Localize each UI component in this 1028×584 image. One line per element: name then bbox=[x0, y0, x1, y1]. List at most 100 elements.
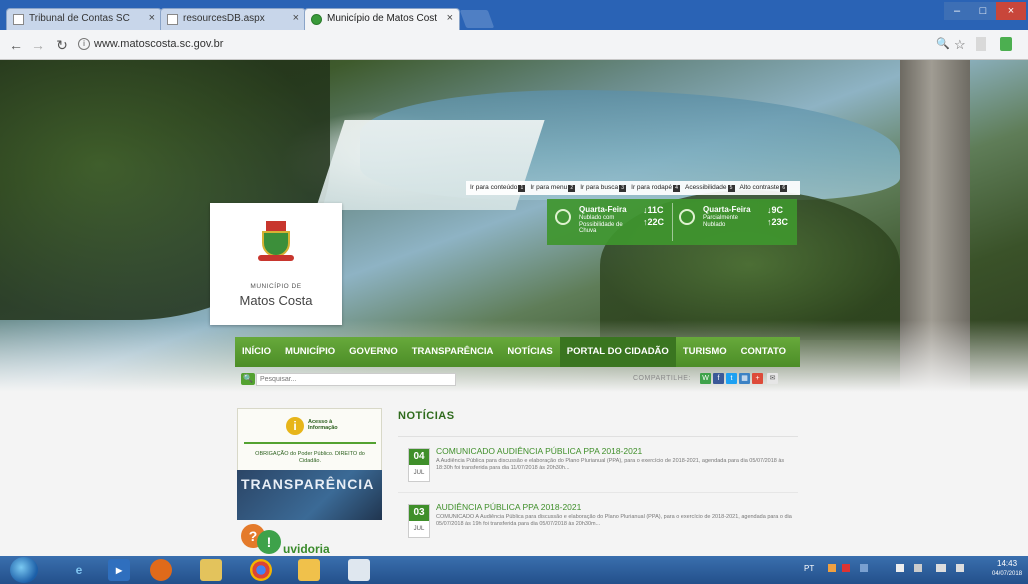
tab-close-icon[interactable]: × bbox=[293, 12, 299, 24]
document-icon[interactable] bbox=[348, 559, 370, 581]
skip-to-content-link[interactable]: Ir para conteúdo 1 bbox=[470, 184, 526, 192]
browser-tab[interactable]: Tribunal de Contas SC × bbox=[6, 8, 162, 30]
skip-to-footer-link[interactable]: Ir para rodapé 4 bbox=[631, 184, 680, 192]
flag-icon[interactable] bbox=[896, 564, 904, 572]
info-icon: i bbox=[286, 417, 304, 435]
internet-explorer-icon[interactable]: e bbox=[68, 559, 90, 581]
nav-item-portal-do-cidadao[interactable]: PORTAL DO CIDADÃO bbox=[559, 337, 676, 367]
news-headline[interactable]: AUDIÊNCIA PÚBLICA PPA 2018-2021 bbox=[436, 502, 581, 512]
site-logo[interactable]: MUNICÍPIO DE Matos Costa bbox=[210, 203, 342, 325]
file-explorer-icon[interactable] bbox=[200, 559, 222, 581]
linkedin-share-icon[interactable]: ▦ bbox=[739, 373, 750, 384]
browser-tab[interactable]: resourcesDB.aspx × bbox=[160, 8, 306, 30]
firefox-icon[interactable] bbox=[150, 559, 172, 581]
bookmark-star-icon[interactable]: ☆ bbox=[954, 37, 966, 53]
weather-max-temp: ↑22C bbox=[643, 217, 665, 227]
banner-title: Acesso à Informação bbox=[308, 419, 338, 431]
site-info-icon[interactable]: i bbox=[78, 38, 90, 50]
banner-title: uvidoria bbox=[283, 542, 330, 556]
ombudsman-banner[interactable]: ? ! uvidoria bbox=[237, 524, 382, 556]
media-player-icon[interactable]: ▸ bbox=[108, 559, 130, 581]
banner-title: TRANSPARÊNCIA bbox=[241, 476, 375, 492]
site-favicon-icon bbox=[311, 14, 322, 25]
news-date-badge: 03 JUL bbox=[408, 504, 430, 538]
tray-app-icon[interactable] bbox=[842, 564, 850, 572]
accessibility-bar: Ir para conteúdo 1 Ir para menu 2 Ir para … bbox=[466, 181, 800, 195]
nav-item-municipio[interactable]: MUNICÍPIO bbox=[278, 337, 342, 367]
weather-condition: Parcialmente Nublado bbox=[703, 215, 739, 228]
accessibility-link[interactable]: Acessibilidade 5 bbox=[685, 184, 735, 192]
news-headline[interactable]: COMUNICADO AUDIÊNCIA PÚBLICA PPA 2018-20… bbox=[436, 446, 642, 456]
twitter-share-icon[interactable]: t bbox=[726, 373, 737, 384]
tab-close-icon[interactable]: × bbox=[447, 12, 453, 24]
weather-widget: Quarta-Feira Nublado com Possibilidade d… bbox=[547, 199, 797, 245]
tab-close-icon[interactable]: × bbox=[149, 12, 155, 24]
address-bar: ← → ↻ i www.matoscosta.sc.gov.br 🔍 ☆ bbox=[0, 30, 1028, 60]
nav-item-inicio[interactable]: INÍCIO bbox=[235, 337, 278, 367]
browser-tab-active[interactable]: Município de Matos Cost × bbox=[304, 8, 460, 30]
weather-day: Quarta-Feira Parcialmente Nublado ↓9C ↑2… bbox=[675, 205, 799, 241]
search-share-row: 🔍 COMPARTILHE: W f t ▦ + ✉ bbox=[238, 372, 798, 388]
weather-min-temp: ↓11C bbox=[643, 205, 664, 215]
back-icon[interactable]: ← bbox=[8, 37, 24, 53]
news-section-title: NOTÍCIAS bbox=[398, 410, 455, 422]
nav-item-contato[interactable]: CONTATO bbox=[734, 337, 793, 367]
weather-day-name: Quarta-Feira bbox=[703, 205, 751, 214]
folder-icon[interactable] bbox=[298, 559, 320, 581]
access-information-banner[interactable]: i Acesso à Informação OBRIGAÇÃO do Poder… bbox=[237, 408, 382, 476]
page-viewport: Ir para conteúdo 1 Ir para menu 2 Ir para … bbox=[0, 60, 1028, 556]
page-favicon-icon bbox=[13, 14, 24, 25]
url-field[interactable]: i www.matoscosta.sc.gov.br bbox=[76, 35, 976, 55]
nav-item-transparencia[interactable]: TRANSPARÊNCIA bbox=[405, 337, 501, 367]
system-clock[interactable]: 14:43 04/07/2018 bbox=[992, 559, 1022, 579]
search-icon[interactable]: 🔍 bbox=[241, 373, 255, 385]
close-window-button[interactable]: × bbox=[996, 2, 1026, 20]
windows-taskbar: e ▸ PT 14:43 04/07/2018 bbox=[0, 556, 1028, 584]
coat-of-arms-icon bbox=[258, 221, 294, 263]
partly-cloudy-icon bbox=[679, 209, 695, 225]
google-plus-share-icon[interactable]: + bbox=[752, 373, 763, 384]
exclamation-icon: ! bbox=[257, 530, 281, 554]
minimize-button[interactable]: – bbox=[944, 2, 970, 20]
news-item[interactable]: 03 JUL AUDIÊNCIA PÚBLICA PPA 2018-2021 C… bbox=[408, 498, 798, 556]
news-summary: A Audiência Pública para discussão e ela… bbox=[436, 458, 785, 471]
tray-app-icon[interactable] bbox=[860, 564, 868, 572]
cloud-rain-icon bbox=[555, 209, 571, 225]
start-button[interactable] bbox=[10, 557, 38, 583]
email-share-icon[interactable]: ✉ bbox=[767, 373, 778, 384]
new-tab-button[interactable] bbox=[459, 10, 495, 28]
tab-title: Tribunal de Contas SC bbox=[29, 13, 130, 24]
volume-icon[interactable] bbox=[956, 564, 964, 572]
chrome-icon[interactable] bbox=[250, 559, 272, 581]
search-input[interactable] bbox=[256, 373, 456, 386]
nav-item-noticias[interactable]: NOTÍCIAS bbox=[500, 337, 559, 367]
reload-icon[interactable]: ↻ bbox=[54, 37, 70, 54]
whatsapp-share-icon[interactable]: W bbox=[700, 373, 711, 384]
language-indicator[interactable]: PT bbox=[804, 564, 814, 573]
news-summary: COMUNICADO A Audiência Pública para disc… bbox=[436, 514, 792, 527]
nav-item-governo[interactable]: GOVERNO bbox=[342, 337, 405, 367]
extension-badge-icon[interactable] bbox=[1000, 37, 1012, 51]
network-icon[interactable] bbox=[936, 564, 946, 572]
zoom-icon[interactable]: 🔍 bbox=[936, 37, 950, 50]
battery-icon[interactable] bbox=[914, 564, 922, 572]
skip-to-search-link[interactable]: Ir para busca 3 bbox=[580, 184, 627, 192]
news-date-badge: 04 JUL bbox=[408, 448, 430, 482]
weather-day-name: Quarta-Feira bbox=[579, 205, 627, 214]
logo-title: Matos Costa bbox=[239, 293, 313, 308]
forward-icon[interactable]: → bbox=[30, 37, 46, 53]
nav-item-turismo[interactable]: TURISMO bbox=[676, 337, 734, 367]
transparency-banner[interactable]: TRANSPARÊNCIA bbox=[237, 470, 382, 520]
maximize-button[interactable]: □ bbox=[970, 2, 996, 20]
skip-to-menu-link[interactable]: Ir para menu 2 bbox=[530, 184, 576, 192]
weather-min-temp: ↓9C bbox=[767, 205, 784, 215]
facebook-share-icon[interactable]: f bbox=[713, 373, 724, 384]
extension-icon[interactable] bbox=[976, 37, 986, 51]
share-label: COMPARTILHE: bbox=[633, 375, 691, 382]
high-contrast-link[interactable]: Alto contraste 6 bbox=[740, 184, 788, 192]
url-text: www.matoscosta.sc.gov.br bbox=[94, 38, 224, 50]
page-favicon-icon bbox=[167, 14, 178, 25]
tray-app-icon[interactable] bbox=[828, 564, 836, 572]
browser-tab-strip: Tribunal de Contas SC × resourcesDB.aspx… bbox=[0, 0, 1028, 30]
main-navigation: INÍCIO MUNICÍPIO GOVERNO TRANSPARÊNCIA N… bbox=[235, 337, 800, 367]
